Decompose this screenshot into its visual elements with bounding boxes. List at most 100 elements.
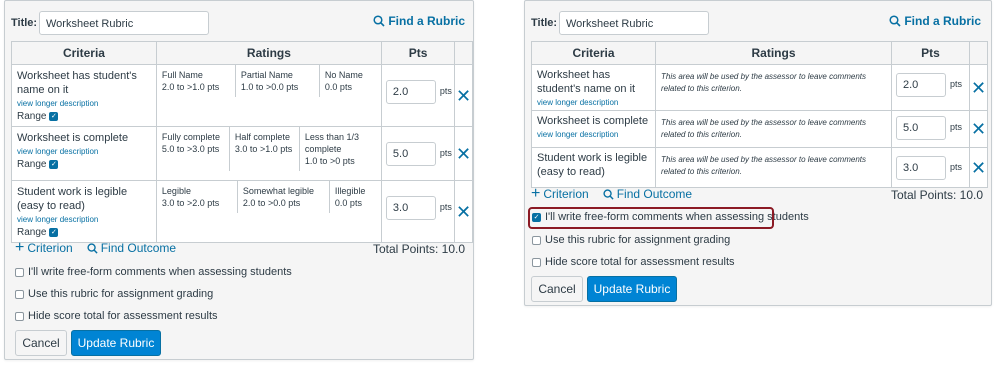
view-longer-description-link[interactable]: view longer description [17, 99, 151, 108]
delete-criterion-icon[interactable]: ✕ [971, 159, 986, 177]
range-checkbox[interactable]: ✓ [49, 160, 59, 169]
rating-range: 3.0 to >2.0 pts [161, 198, 220, 208]
rating-title: Somewhat legible [242, 186, 314, 196]
table-row: Worksheet has student's name on it view … [531, 64, 988, 111]
title-label: Title: [11, 17, 38, 29]
criterion-name: Worksheet has student's name on it [17, 70, 137, 96]
points-input[interactable]: 5.0 [385, 142, 436, 166]
rating-cell[interactable]: Full Name 2.0 to >1.0 pts [157, 65, 235, 97]
table-row: Worksheet is complete view longer descri… [531, 110, 988, 148]
view-longer-description-link[interactable]: view longer description [17, 147, 151, 156]
criteria-header: Criteria [531, 41, 656, 65]
rating-title: Partial Name [240, 70, 293, 80]
points-input[interactable]: 2.0 [896, 73, 946, 97]
search-icon [889, 15, 901, 27]
criterion-name: Worksheet is complete [17, 132, 129, 144]
criterion-name: Worksheet is complete [537, 115, 649, 127]
view-longer-description-link[interactable]: view longer description [537, 130, 650, 139]
use-for-grading-option[interactable]: Use this rubric for assignment grading [15, 288, 213, 300]
delete-criterion-icon[interactable]: ✕ [971, 120, 986, 138]
pts-header: Pts [891, 41, 970, 65]
comment-placeholder: This area will be used by the assessor t… [661, 155, 866, 176]
delete-criterion-icon[interactable]: ✕ [456, 203, 471, 221]
find-outcome-button[interactable]: Find Outcome [87, 241, 176, 255]
use-for-grading-option[interactable]: Use this rubric for assignment grading [532, 234, 730, 246]
points-input[interactable]: 3.0 [896, 156, 946, 180]
criteria-header: Criteria [11, 41, 157, 65]
free-form-comments-option[interactable]: I'll write free-form comments when asses… [15, 266, 292, 278]
update-rubric-button[interactable]: Update Rubric [71, 330, 161, 356]
rating-cell[interactable]: No Name 0.0 pts [318, 65, 381, 97]
points-unit: pts [950, 79, 963, 89]
points-input[interactable]: 3.0 [385, 196, 436, 220]
table-row: Worksheet is complete view longer descri… [11, 126, 473, 181]
use-for-grading-checkbox[interactable] [532, 235, 541, 245]
search-icon [373, 15, 385, 27]
find-outcome-button[interactable]: Find Outcome [603, 187, 692, 201]
search-icon [603, 188, 614, 200]
criterion-actions: + Criterion Find Outcome [15, 239, 190, 256]
table-row: Student work is legible (easy to read) v… [11, 180, 473, 243]
cancel-button[interactable]: Cancel [531, 276, 583, 302]
comment-placeholder: This area will be used by the assessor t… [661, 118, 866, 139]
points-input[interactable]: 5.0 [896, 116, 946, 140]
use-for-grading-label: Use this rubric for assignment grading [545, 234, 731, 246]
find-rubric-link[interactable]: Find a Rubric [889, 14, 981, 28]
plus-icon: + [531, 185, 541, 202]
add-criterion-label: Criterion [27, 241, 73, 255]
title-input[interactable]: Worksheet Rubric [39, 11, 209, 35]
view-longer-description-link[interactable]: view longer description [537, 98, 650, 107]
view-longer-description-link[interactable]: view longer description [17, 215, 151, 224]
rating-range: 3.0 to >1.0 pts [234, 144, 293, 154]
hide-score-option[interactable]: Hide score total for assessment results [15, 310, 218, 322]
table-header: Criteria Ratings Pts [531, 41, 988, 65]
rating-cell[interactable]: Legible 3.0 to >2.0 pts [157, 181, 237, 213]
points-unit: pts [950, 122, 963, 132]
criterion-actions: + Criterion Find Outcome [531, 185, 706, 202]
rating-cell[interactable]: Less than 1/3 complete 1.0 to >0 pts [298, 127, 381, 171]
cancel-button[interactable]: Cancel [15, 330, 67, 356]
rating-cell[interactable]: Somewhat legible 2.0 to >0.0 pts [236, 181, 329, 213]
rating-range: 1.0 to >0 pts [304, 156, 355, 166]
rating-title: Illegible [334, 186, 366, 196]
table-row: Worksheet has student's name on it view … [11, 64, 473, 127]
add-criterion-button[interactable]: + Criterion [15, 239, 73, 256]
find-rubric-label: Find a Rubric [904, 14, 981, 28]
free-form-comments-checkbox[interactable] [15, 267, 24, 277]
actions-header [969, 41, 988, 65]
pts-header: Pts [380, 41, 456, 65]
rubric-table: Criteria Ratings Pts Worksheet has stude… [531, 41, 988, 188]
rating-cell[interactable]: Half complete 3.0 to >1.0 pts [228, 127, 299, 171]
add-criterion-button[interactable]: + Criterion [531, 185, 589, 202]
points-input[interactable]: 2.0 [385, 80, 436, 104]
rating-range: 2.0 to >0.0 pts [242, 198, 301, 208]
use-for-grading-checkbox[interactable] [15, 289, 24, 299]
hide-score-checkbox[interactable] [532, 257, 541, 267]
range-checkbox[interactable]: ✓ [49, 112, 59, 121]
rating-range: 5.0 to >3.0 pts [161, 144, 220, 154]
rating-title: Half complete [234, 132, 290, 142]
find-outcome-label: Find Outcome [100, 241, 177, 255]
range-checkbox[interactable]: ✓ [49, 228, 59, 237]
rating-cell[interactable]: Illegible 0.0 pts [328, 181, 381, 213]
delete-criterion-icon[interactable]: ✕ [971, 79, 986, 97]
points-unit: pts [439, 148, 452, 158]
hide-score-option[interactable]: Hide score total for assessment results [532, 256, 735, 268]
rating-cell[interactable]: Fully complete 5.0 to >3.0 pts [157, 127, 229, 171]
add-criterion-label: Criterion [543, 187, 589, 201]
hide-score-checkbox[interactable] [15, 311, 24, 321]
find-rubric-link[interactable]: Find a Rubric [373, 14, 465, 28]
rating-cell[interactable]: Partial Name 1.0 to >0.0 pts [234, 65, 319, 97]
title-input[interactable]: Worksheet Rubric [559, 11, 709, 35]
plus-icon: + [15, 239, 25, 256]
points-unit: pts [950, 162, 963, 172]
update-rubric-button[interactable]: Update Rubric [587, 276, 677, 302]
delete-criterion-icon[interactable]: ✕ [456, 145, 471, 163]
criterion-name: Worksheet has student's name on it [537, 69, 636, 95]
rubric-editor-left: Title: Worksheet Rubric Find a Rubric Cr… [4, 0, 474, 360]
rating-range: 1.0 to >0.0 pts [240, 82, 299, 92]
total-points: Total Points: 10.0 [372, 242, 465, 256]
delete-criterion-icon[interactable]: ✕ [456, 87, 471, 105]
criterion-name: Student work is legible (easy to read) [537, 152, 648, 178]
range-label: Range [17, 159, 47, 170]
